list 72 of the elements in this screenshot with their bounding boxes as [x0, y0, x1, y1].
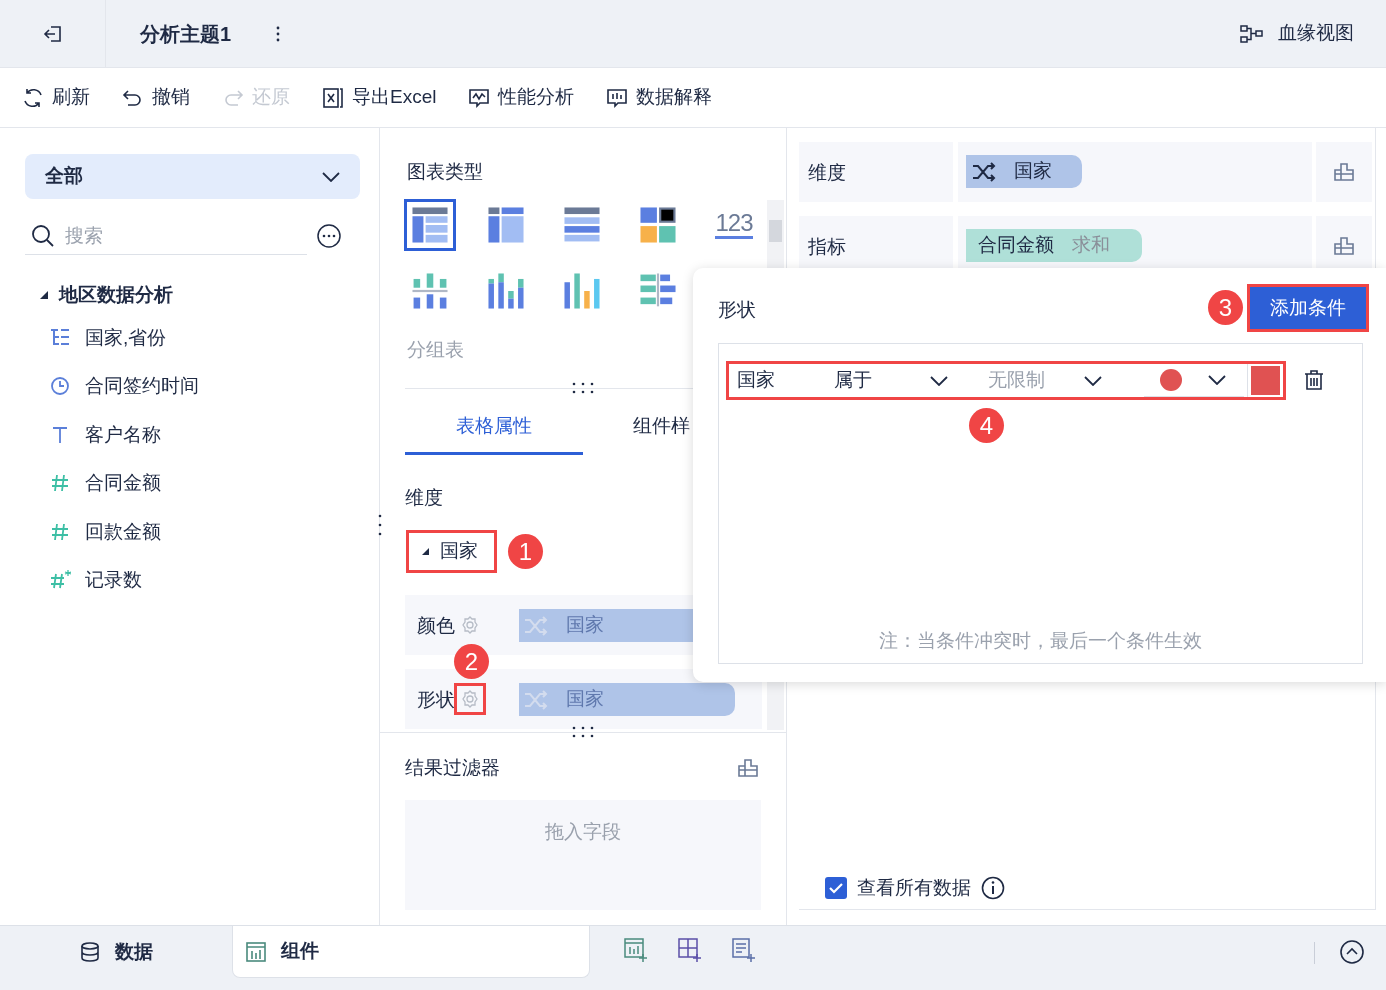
property-label: 颜色 — [417, 614, 455, 638]
resize-handle-icon[interactable] — [572, 726, 594, 738]
info-icon[interactable] — [981, 876, 1005, 901]
dimension-field[interactable]: 国家 — [406, 530, 497, 573]
tab[interactable]: 表格属性 — [405, 400, 583, 455]
search-icon — [31, 223, 55, 248]
dialog-title: 形状 — [718, 298, 756, 322]
color-picker[interactable] — [1247, 364, 1283, 397]
operator-dropdown[interactable]: 属于 — [834, 366, 956, 395]
field-item[interactable]: 记录数 — [85, 566, 142, 595]
chevron-down-icon — [930, 375, 948, 386]
shuffle-icon — [524, 689, 548, 710]
field-item[interactable]: 回款金额 — [85, 517, 161, 546]
toolbar-button[interactable]: 刷新 — [22, 83, 90, 112]
delete-icon[interactable] — [1303, 369, 1325, 391]
section-title: 结果过滤器 — [405, 756, 500, 780]
field-chip[interactable]: 国家 — [966, 155, 1082, 188]
chevron-down-icon — [1208, 375, 1226, 385]
search-field[interactable]: 搜索 — [65, 217, 295, 254]
lineage-icon — [1240, 23, 1264, 44]
chart-monitor-icon — [468, 86, 491, 109]
shuffle-icon — [524, 615, 548, 636]
more-options-icon[interactable] — [316, 223, 342, 249]
chart-type-name: 分组表 — [407, 338, 464, 362]
tab[interactable]: 组件样 — [583, 400, 690, 455]
folder-label[interactable]: 地区数据分析 — [59, 281, 173, 310]
field-item[interactable]: 合同签约时间 — [85, 372, 199, 401]
more-icon[interactable] — [275, 24, 282, 43]
grouped-table-icon[interactable] — [404, 199, 456, 251]
row-label: 维度 — [808, 161, 846, 185]
triangle-icon — [421, 547, 430, 556]
shuffle-icon — [972, 161, 996, 182]
resize-handle-icon[interactable] — [572, 382, 594, 394]
section-title: 图表类型 — [407, 160, 483, 184]
field-item[interactable]: 国家,省份 — [85, 323, 167, 352]
add-list-icon[interactable] — [732, 938, 756, 962]
toolbar-button[interactable]: 导出Excel — [322, 83, 437, 112]
excel-icon — [322, 86, 344, 109]
toolbar-button[interactable]: 性能分析 — [468, 83, 575, 112]
drop-zone-hint: 拖入字段 — [545, 820, 621, 844]
field-item[interactable]: 客户名称 — [85, 420, 161, 449]
toolbar-button[interactable]: 撤销 — [122, 83, 190, 112]
add-grid-icon[interactable] — [678, 938, 702, 962]
collapse-triangle-icon[interactable] — [39, 290, 49, 301]
add-chart-icon[interactable] — [624, 938, 648, 962]
section-title: 维度 — [405, 486, 443, 510]
condition-field: 国家 — [729, 366, 834, 395]
bar-chart-board-icon — [606, 86, 629, 109]
lineage-view-button[interactable]: 血缘视图 — [1240, 19, 1354, 48]
database-icon — [79, 941, 101, 963]
settings-icon[interactable] — [454, 683, 486, 715]
bottom-tab[interactable]: 数据 — [0, 926, 232, 978]
field-chip[interactable]: 合同金额 求和 — [966, 229, 1142, 262]
clock-icon — [49, 375, 71, 398]
toolbar-button[interactable]: 数据解释 — [606, 83, 713, 112]
checkbox[interactable] — [825, 877, 847, 900]
chevron-down-icon — [1084, 375, 1102, 386]
view-all-checkbox[interactable]: 查看所有数据 — [825, 874, 1005, 903]
row-label: 指标 — [808, 235, 846, 259]
bottom-tab[interactable]: 组件 — [232, 926, 590, 978]
step-marker: 1 — [508, 534, 543, 569]
add-condition-button[interactable]: 添加条件 — [1250, 287, 1366, 329]
topic-title: 分析主题1 — [140, 21, 232, 47]
resize-handle-icon[interactable] — [378, 514, 382, 536]
collapse-up-icon[interactable] — [1339, 939, 1365, 965]
property-label: 形状 — [417, 688, 455, 712]
note-text: 注：当条件冲突时，最后一个条件生效 — [878, 628, 1203, 653]
field-item[interactable]: 合同金额 — [85, 469, 161, 498]
scope-dropdown[interactable]: 全部 — [25, 154, 360, 199]
refresh-icon — [22, 86, 44, 109]
bar-chart-icon — [245, 940, 267, 963]
chevron-down-icon — [322, 171, 340, 182]
